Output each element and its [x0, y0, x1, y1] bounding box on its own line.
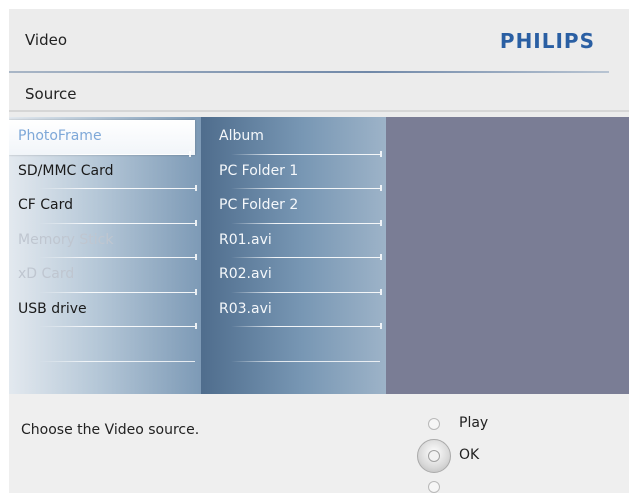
ok-button[interactable] [417, 439, 451, 473]
source-item-memory-stick: Memory Stick [9, 224, 201, 260]
source-item-xd-card: xD Card [9, 258, 201, 294]
page-title: Video [25, 31, 68, 49]
item-r01-avi[interactable]: R01.avi [201, 224, 386, 260]
source-item-cf-card[interactable]: CF Card [9, 189, 201, 225]
item-album[interactable]: Album [201, 120, 386, 156]
source-item-photoframe[interactable]: PhotoFrame [9, 120, 195, 156]
item-r03-avi[interactable]: R03.avi [201, 293, 386, 329]
header: Video PHILIPS [9, 9, 629, 73]
source-item-usb-drive[interactable]: USB drive [9, 293, 201, 329]
hint-text: Choose the Video source. [21, 422, 200, 438]
navigation-dial: Play OK [413, 411, 533, 493]
section-title: Source [25, 85, 77, 103]
ok-button-center-icon [428, 450, 440, 462]
source-list: PhotoFrame SD/MMC Card CF Card Memory St… [9, 117, 201, 394]
section-divider [9, 110, 629, 112]
footer: Choose the Video source. Play OK [9, 394, 629, 493]
dial-down-dot-icon[interactable] [428, 481, 440, 493]
item-pc-folder-2[interactable]: PC Folder 2 [201, 189, 386, 225]
preview-pane [386, 117, 629, 394]
item-pc-folder-1[interactable]: PC Folder 1 [201, 155, 386, 191]
photo-frame-screen: Video PHILIPS Source PhotoFrame SD/MMC C… [9, 9, 629, 493]
empty-list-slot [201, 327, 386, 362]
brand-logo: PHILIPS [499, 29, 595, 53]
source-browser: PhotoFrame SD/MMC Card CF Card Memory St… [9, 117, 629, 394]
empty-list-slot [9, 327, 201, 362]
play-label: Play [459, 415, 489, 431]
item-r02-avi[interactable]: R02.avi [201, 258, 386, 294]
ok-label: OK [459, 447, 480, 463]
header-divider [9, 71, 609, 73]
source-item-sd-mmc-card[interactable]: SD/MMC Card [9, 155, 201, 191]
item-list: Album PC Folder 1 PC Folder 2 R01.avi R0… [201, 117, 386, 394]
dial-up-dot-icon[interactable] [428, 418, 440, 430]
